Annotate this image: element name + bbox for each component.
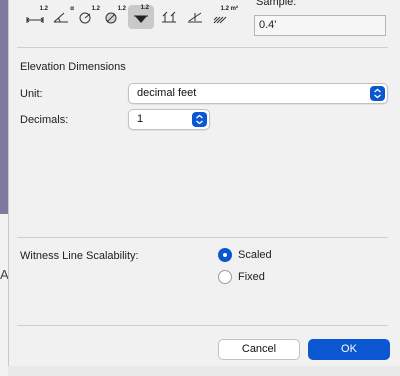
area-dimension-icon[interactable]: 1.2 m² bbox=[210, 6, 238, 28]
chevron-updown-icon bbox=[370, 86, 385, 101]
level-dimension-icon[interactable] bbox=[158, 6, 180, 28]
ok-button[interactable]: OK bbox=[308, 339, 390, 360]
radial-dimension-tag: 1.2 bbox=[91, 6, 100, 12]
background-window-lower bbox=[0, 214, 8, 376]
radio-scaled[interactable]: Scaled bbox=[218, 248, 272, 262]
decimals-select[interactable]: 1 bbox=[128, 109, 210, 130]
radio-scaled-button[interactable] bbox=[218, 248, 232, 262]
linear-dimension-tag: 1.2 bbox=[39, 6, 48, 12]
linear-dimension-icon[interactable]: 1.2 bbox=[24, 6, 48, 28]
decimals-select-value: 1 bbox=[137, 113, 144, 125]
diameter-dimension-tag: 1.2 bbox=[117, 6, 126, 12]
chevron-updown-icon bbox=[192, 112, 207, 127]
sample-preview-field: 0.4' bbox=[254, 15, 386, 36]
section-title: Elevation Dimensions bbox=[20, 61, 126, 73]
unit-select-value: decimal feet bbox=[137, 87, 197, 99]
cancel-button[interactable]: Cancel bbox=[218, 339, 300, 360]
witness-scalability-label: Witness Line Scalability: bbox=[20, 250, 139, 262]
dialog-bottom-edge bbox=[8, 366, 400, 376]
radio-fixed-label: Fixed bbox=[238, 271, 265, 283]
diameter-dimension-icon[interactable]: 1.2 bbox=[102, 6, 126, 28]
elevation-dimension-tag: 1.2 bbox=[140, 5, 149, 11]
angular-dimension-tag: α bbox=[70, 6, 74, 12]
radio-fixed-button[interactable] bbox=[218, 270, 232, 284]
elevation-dimension-icon[interactable]: 1.2 bbox=[128, 5, 154, 29]
dimension-settings-dialog bbox=[8, 0, 400, 376]
radio-scaled-label: Scaled bbox=[238, 249, 272, 261]
slope-dimension-icon[interactable] bbox=[184, 6, 206, 28]
unit-label: Unit: bbox=[20, 88, 43, 100]
decimals-label: Decimals: bbox=[20, 114, 69, 126]
top-divider bbox=[17, 47, 388, 48]
angular-dimension-icon[interactable]: α bbox=[50, 6, 74, 28]
radio-fixed[interactable]: Fixed bbox=[218, 270, 265, 284]
area-dimension-tag: 1.2 m² bbox=[220, 6, 238, 12]
middle-divider bbox=[17, 237, 388, 238]
unit-select[interactable]: decimal feet bbox=[128, 83, 388, 104]
radial-dimension-icon[interactable]: 1.2 bbox=[76, 6, 100, 28]
sample-label: Sample: bbox=[256, 0, 297, 8]
bottom-divider bbox=[17, 325, 388, 326]
dimension-type-toolbar: 1.2 α 1.2 1.2 1.2 1.2 m² bbox=[24, 4, 238, 30]
